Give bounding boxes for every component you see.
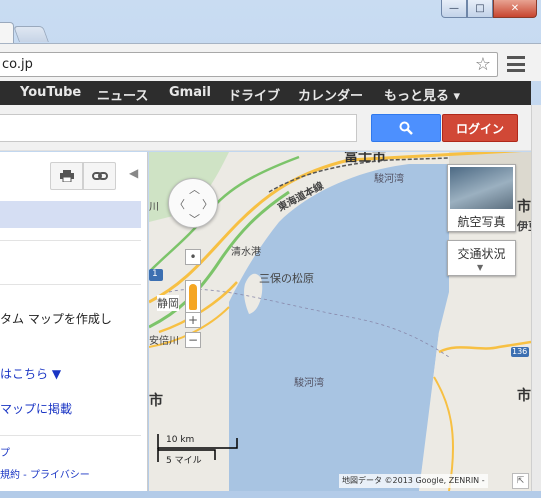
chevron-down-icon: ▼: [477, 263, 484, 272]
map-canvas[interactable]: 富士市 駿河湾 東海道本線 清水港 三保の松原 静岡 安倍川 駿河湾 市 市 伊…: [149, 152, 531, 491]
url-text: co.jp: [2, 57, 33, 72]
pan-right-icon[interactable]: 〉: [202, 196, 213, 212]
zoom-out-button[interactable]: −: [185, 332, 201, 348]
map-copyright: 地図データ ©2013 Google, ZENRIN -: [339, 474, 488, 488]
map-label-left-top: 川: [149, 202, 159, 213]
print-button[interactable]: [50, 162, 83, 190]
map-label-abekawa: 安倍川: [149, 336, 179, 347]
map-label-fuji: 富士市: [344, 152, 386, 165]
pegman-icon[interactable]: [185, 280, 201, 314]
search-input[interactable]: [0, 114, 357, 142]
pan-control[interactable]: ︿ ﹀ 〈 〉: [168, 178, 218, 228]
search-row: ログイン: [0, 105, 531, 151]
traffic-label: 交通状況: [457, 247, 506, 261]
map-label-city-right-mid: 市: [517, 388, 531, 404]
chrome-menu-icon[interactable]: [507, 56, 525, 72]
maximize-button[interactable]: □: [467, 0, 493, 18]
map-label-izu: 伊豆: [517, 220, 531, 233]
footer-link-1[interactable]: プ: [0, 444, 10, 459]
aerial-label: 航空写真: [457, 215, 506, 229]
login-button[interactable]: ログイン: [442, 114, 518, 142]
map-label-shimizu-port: 清水港: [231, 247, 261, 258]
map-label-suruga-bay-top: 駿河湾: [374, 174, 404, 185]
zoom-in-button[interactable]: +: [185, 312, 201, 328]
panel-divider: [0, 435, 141, 436]
map-label-suruga-bay: 駿河湾: [294, 378, 324, 389]
panel-divider: [0, 284, 141, 285]
scale-km: 10 km: [166, 435, 195, 445]
link-button[interactable]: [83, 162, 116, 190]
map-label-route-1: 1: [152, 269, 158, 279]
footer-links[interactable]: 規約 - プライバシー: [0, 466, 90, 481]
traffic-dropdown[interactable]: 交通状況 ▼: [447, 240, 516, 276]
selected-panel-row[interactable]: [0, 201, 141, 228]
map-label-shizuoka: 静岡: [157, 295, 179, 311]
expand-corner-icon[interactable]: ⇱: [512, 473, 529, 489]
scale-mile: 5 マイル: [166, 456, 202, 466]
map-label-city-right-top: 市: [517, 199, 531, 215]
aerial-view-toggle[interactable]: 航空写真: [447, 164, 516, 232]
pan-up-icon[interactable]: ︿: [189, 181, 200, 197]
new-tab-button[interactable]: [13, 26, 49, 42]
star-icon[interactable]: ☆: [475, 54, 491, 75]
map-label-city-left: 市: [149, 393, 163, 409]
link-icon: [91, 172, 108, 180]
print-icon: [59, 170, 74, 182]
pan-down-icon[interactable]: ﹀: [189, 211, 200, 227]
custom-map-text: タム マップを作成し: [0, 312, 112, 326]
search-button[interactable]: [371, 114, 441, 142]
gbar-item-more[interactable]: もっと見る ▾: [384, 85, 460, 104]
window-controls: — □ ✕: [441, 0, 537, 20]
left-panel: ◀ タム マップを作成し はこちら ▼ マップに掲載 プ 規約 - プライバシー: [0, 152, 148, 491]
minimize-button[interactable]: —: [441, 0, 467, 18]
browser-toolbar: co.jp ☆: [0, 43, 541, 81]
map-label-miho: 三保の松原: [259, 272, 314, 285]
close-button[interactable]: ✕: [493, 0, 537, 18]
scale-bar: 10 km 5 マイル: [157, 434, 239, 466]
my-location-button[interactable]: •: [185, 249, 201, 265]
gbar-item-gmail[interactable]: Gmail: [169, 85, 211, 100]
embed-map-link[interactable]: マップに掲載: [0, 400, 72, 417]
map-label-route-136: 136: [512, 347, 528, 356]
address-bar[interactable]: co.jp ☆: [0, 52, 498, 77]
browser-tab[interactable]: [0, 22, 14, 44]
here-link[interactable]: はこちら ▼: [0, 365, 61, 382]
google-bar: YouTube ニュース Gmail ドライブ カレンダー もっと見る ▾: [0, 81, 531, 105]
collapse-panel-icon[interactable]: ◀: [129, 166, 138, 180]
gbar-item-drive[interactable]: ドライブ: [228, 85, 280, 104]
panel-divider: [0, 240, 141, 241]
aerial-thumbnail: [450, 167, 513, 209]
vertical-scrollbar[interactable]: [531, 105, 541, 491]
search-icon: [399, 121, 413, 135]
gbar-item-calendar[interactable]: カレンダー: [298, 85, 363, 104]
pan-left-icon[interactable]: 〈: [174, 196, 185, 212]
browser-window: — □ ✕ co.jp ☆ YouTube ニュース Gmail ドライブ カレ…: [0, 0, 541, 498]
gbar-item-youtube[interactable]: YouTube: [20, 85, 81, 100]
gbar-item-news[interactable]: ニュース: [97, 85, 148, 104]
